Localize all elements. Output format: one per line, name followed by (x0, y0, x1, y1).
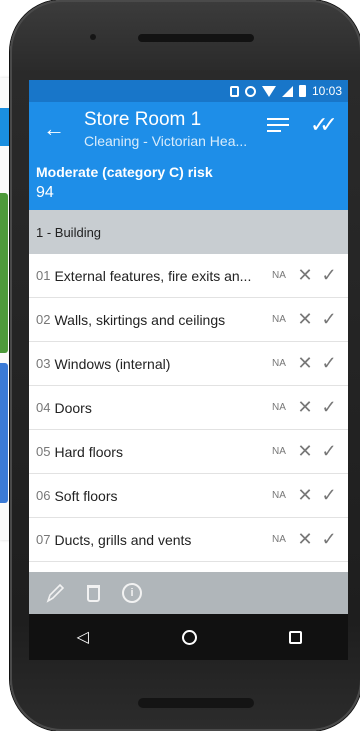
item-label: Doors (54, 399, 92, 416)
nav-back-icon[interactable]: ◁ (75, 629, 91, 646)
wifi-icon (261, 85, 276, 97)
pass-check-icon[interactable]: ✓ (318, 529, 340, 550)
fail-x-icon[interactable]: ✕ (294, 397, 316, 418)
item-label: Hard floors (54, 443, 123, 460)
system-nav-bar: ◁ (29, 614, 348, 660)
na-button[interactable]: NA (268, 446, 290, 457)
signal-icon (281, 85, 293, 97)
alarm-icon (244, 85, 256, 97)
pencil-icon[interactable] (45, 582, 65, 604)
item-number: 01 (36, 268, 51, 283)
page-subtitle: Cleaning - Victorian Hea... (84, 133, 248, 149)
item-label: External features, fire exits an... (54, 267, 252, 284)
item-label: Windows (internal) (54, 355, 171, 372)
item-label: Soft floors (54, 487, 118, 504)
na-button[interactable]: NA (268, 490, 290, 501)
item-label: Ducts, grills and vents (54, 531, 192, 548)
checklist: 01 External features, fire exits an... N… (29, 254, 348, 562)
pass-check-icon[interactable]: ✓ (318, 265, 340, 286)
item-number: 03 (36, 356, 51, 371)
list-item[interactable]: 07 Ducts, grills and vents NA ✕ ✓ (29, 518, 348, 562)
info-icon[interactable]: i (122, 583, 142, 603)
risk-label: Moderate (category C) risk (36, 164, 213, 180)
nav-recents-icon[interactable] (289, 630, 303, 644)
camera-icon (90, 34, 96, 40)
item-number: 02 (36, 312, 51, 327)
item-number: 06 (36, 488, 51, 503)
pass-check-icon[interactable]: ✓ (318, 485, 340, 506)
background-blue-strip-2 (0, 363, 8, 503)
list-menu-icon[interactable] (267, 118, 289, 136)
pass-check-icon[interactable]: ✓ (318, 353, 340, 374)
fail-x-icon[interactable]: ✕ (294, 265, 316, 286)
list-item[interactable]: 05 Hard floors NA ✕ ✓ (29, 430, 348, 474)
list-item[interactable]: 03 Windows (internal) NA ✕ ✓ (29, 342, 348, 386)
battery-icon (298, 85, 306, 97)
list-item[interactable]: 04 Doors NA ✕ ✓ (29, 386, 348, 430)
section-header: 1 - Building (29, 210, 348, 254)
item-number: 04 (36, 400, 51, 415)
nav-home-icon[interactable] (182, 629, 198, 645)
na-button[interactable]: NA (268, 270, 290, 281)
double-check-icon[interactable]: ✓✓ (310, 112, 338, 138)
item-number: 07 (36, 532, 51, 547)
app-bar: ← Store Room 1 Cleaning - Victorian Hea.… (29, 102, 348, 210)
fail-x-icon[interactable]: ✕ (294, 441, 316, 462)
fail-x-icon[interactable]: ✕ (294, 353, 316, 374)
status-time: 10:03 (311, 84, 342, 98)
vibrate-icon (229, 85, 239, 97)
pass-check-icon[interactable]: ✓ (318, 441, 340, 462)
item-label: Walls, skirtings and ceilings (54, 311, 226, 328)
bottom-action-bar: i (29, 572, 348, 614)
pass-check-icon[interactable]: ✓ (318, 309, 340, 330)
section-title: 1 - Building (36, 224, 102, 240)
list-item[interactable]: 06 Soft floors NA ✕ ✓ (29, 474, 348, 518)
page-title: Store Room 1 (84, 109, 202, 130)
risk-score: 94 (36, 184, 54, 201)
item-number: 05 (36, 444, 51, 459)
phone-screen: 10:03 ← Store Room 1 Cleaning - Victoria… (29, 80, 348, 660)
list-item[interactable]: 02 Walls, skirtings and ceilings NA ✕ ✓ (29, 298, 348, 342)
list-item[interactable]: 01 External features, fire exits an... N… (29, 254, 348, 298)
earpiece-speaker (138, 34, 254, 42)
fail-x-icon[interactable]: ✕ (294, 309, 316, 330)
stage: 10:03 ← Store Room 1 Cleaning - Victoria… (0, 0, 360, 731)
trash-icon[interactable] (87, 584, 100, 602)
fail-x-icon[interactable]: ✕ (294, 485, 316, 506)
bottom-speaker (138, 698, 254, 708)
status-bar: 10:03 (29, 80, 348, 102)
fail-x-icon[interactable]: ✕ (294, 529, 316, 550)
na-button[interactable]: NA (268, 534, 290, 545)
background-green-strip (0, 193, 8, 353)
na-button[interactable]: NA (268, 358, 290, 369)
na-button[interactable]: NA (268, 314, 290, 325)
back-arrow-icon[interactable]: ← (43, 116, 65, 142)
pass-check-icon[interactable]: ✓ (318, 397, 340, 418)
na-button[interactable]: NA (268, 402, 290, 413)
